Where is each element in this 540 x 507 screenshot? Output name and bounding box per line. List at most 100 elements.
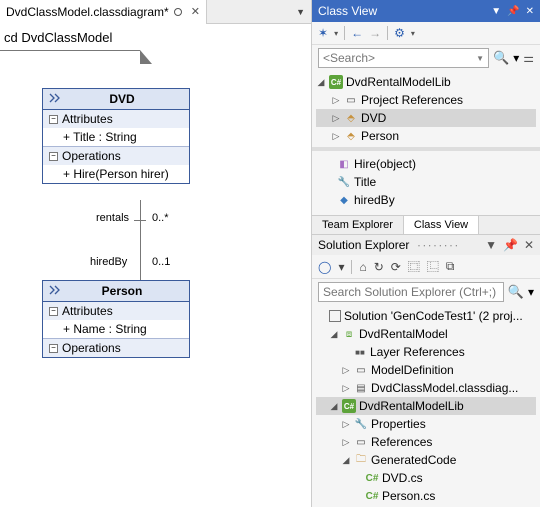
tree-item-properties[interactable]: ▷ 🔧 Properties (316, 415, 536, 433)
expander-closed-icon[interactable]: ▷ (341, 437, 351, 448)
tree-label: DvdRentalModel (359, 327, 448, 341)
tree-item-lib-project[interactable]: ◢ C# DvdRentalModelLib (316, 397, 536, 415)
association-line[interactable] (140, 200, 141, 280)
pin-icon[interactable]: 📌 (503, 238, 518, 252)
window-dropdown-icon[interactable]: ▼ (485, 238, 497, 252)
tree-item-modeling-project[interactable]: ◢ ⧈ DvdRentalModel (316, 325, 536, 343)
tab-class-view[interactable]: Class View (404, 216, 479, 234)
operation-item[interactable]: + Hire(Person hirer) (43, 165, 189, 183)
back-button[interactable]: ← (351, 26, 363, 40)
expander-open-icon[interactable]: ◢ (329, 401, 339, 412)
tree-label: Properties (371, 417, 426, 431)
settings-button[interactable]: ⚙ (394, 26, 405, 40)
close-icon[interactable]: ✕ (191, 5, 200, 18)
classview-toolbar: ✶▾ ← → ⚙▾ (312, 22, 540, 45)
tree-item-project[interactable]: ◢ C# DvdRentalModelLib (316, 73, 536, 91)
collapse-icon[interactable] (49, 93, 61, 106)
tree-item-person[interactable]: ▷ ⬘ Person (316, 127, 536, 145)
solution-explorer-toolbar: ◯ ▾ ⌂ ↻ ⟳ ⿴ ⿺ ⧉ (312, 255, 540, 279)
attribute-item[interactable]: + Name : String (43, 320, 189, 338)
class-person[interactable]: Person − Attributes + Name : String − Op… (42, 280, 190, 358)
tree-item-projectrefs[interactable]: ▷ ▭ Project References (316, 91, 536, 109)
class-header[interactable]: Person (43, 281, 189, 302)
section-toggle[interactable]: − (49, 307, 58, 316)
search-icon[interactable]: 🔍 (508, 284, 524, 300)
show-all-button[interactable]: ⿺ (427, 258, 439, 275)
pin-icon[interactable]: 📌 (507, 6, 519, 17)
back-button[interactable]: ◯ (318, 260, 331, 274)
expander-closed-icon[interactable]: ▷ (331, 131, 341, 142)
tree-item-references[interactable]: ▷ ▭ References (316, 433, 536, 451)
pin-icon[interactable] (173, 7, 183, 17)
refresh-button[interactable]: ⟳ (391, 260, 401, 274)
close-icon[interactable]: ✕ (526, 6, 534, 17)
section-label: Attributes (62, 304, 113, 318)
expander-closed-icon[interactable]: ▷ (331, 113, 341, 124)
tree-item-solution[interactable]: ▷ Solution 'GenCodeTest1' (2 proj... (316, 307, 536, 325)
tree-item-modeldef[interactable]: ▷ ▭ ModelDefinition (316, 361, 536, 379)
expander-open-icon[interactable]: ◢ (341, 455, 351, 466)
modeling-project-icon: ⧈ (342, 327, 356, 341)
expander-closed-icon[interactable]: ▷ (341, 383, 351, 394)
class-icon: ⬘ (344, 111, 358, 125)
solution-search-input[interactable] (318, 282, 504, 302)
close-icon[interactable]: ✕ (524, 238, 534, 252)
document-tab[interactable]: DvdClassModel.classdiagram* ✕ (0, 0, 207, 24)
diagram-canvas[interactable]: cd DvdClassModel DVD − Attributes + Titl… (0, 24, 311, 507)
member-field[interactable]: ◆ hiredBy (316, 191, 536, 209)
tab-team-explorer[interactable]: Team Explorer (312, 216, 404, 234)
expander-closed-icon[interactable]: ▷ (331, 95, 341, 106)
classview-search-input[interactable]: <Search> ▼ (318, 48, 489, 68)
attribute-item[interactable]: + Title : String (43, 128, 189, 146)
class-name-label: Person (61, 284, 183, 298)
back-dropdown[interactable]: ▾ (338, 260, 344, 274)
search-dropdown-icon[interactable]: ▼ (476, 54, 484, 63)
collapse-icon[interactable] (49, 285, 61, 298)
window-dropdown-icon[interactable]: ▼ (491, 6, 501, 17)
solution-explorer-titlebar[interactable]: Solution Explorer ∙∙∙∙∙∙∙∙ ▼ 📌 ✕ (312, 235, 540, 255)
section-toggle[interactable]: − (49, 344, 58, 353)
member-method[interactable]: ◧ Hire(object) (316, 155, 536, 173)
classview-tree[interactable]: ◢ C# DvdRentalModelLib ▷ ▭ Project Refer… (312, 71, 540, 147)
home-button[interactable]: ⌂ (359, 260, 366, 274)
csharp-project-icon: C# (329, 75, 343, 89)
expander-closed-icon[interactable]: ▷ (341, 365, 351, 376)
section-toggle[interactable]: − (49, 115, 58, 124)
expander-open-icon[interactable]: ◢ (316, 77, 326, 88)
filter-icon[interactable]: ⚌ (523, 51, 534, 65)
member-property[interactable]: 🔧 Title (316, 173, 536, 191)
search-icon[interactable]: 🔍 (493, 50, 509, 66)
tree-item-dvd-cs[interactable]: C# DVD.cs (316, 469, 536, 487)
operations-section: − Operations (43, 339, 189, 357)
class-icon: ⬘ (344, 129, 358, 143)
association-tick (134, 220, 146, 221)
tree-item-person-cs[interactable]: C# Person.cs (316, 487, 536, 505)
classview-titlebar[interactable]: Class View ▼ 📌 ✕ (312, 0, 540, 22)
wrench-icon: 🔧 (354, 417, 368, 431)
tree-item-classdiagram[interactable]: ▷ ▤ DvdClassModel.classdiag... (316, 379, 536, 397)
search-mode-dropdown[interactable]: ▾ (513, 51, 519, 65)
expander-closed-icon[interactable]: ▷ (341, 419, 351, 430)
classview-search-row: <Search> ▼ 🔍 ▾ ⚌ (312, 45, 540, 71)
member-label: Title (354, 175, 376, 189)
diagram-frame-label: cd DvdClassModel (4, 30, 112, 45)
field-icon: ◆ (337, 193, 351, 207)
class-dvd[interactable]: DVD − Attributes + Title : String − Oper… (42, 88, 190, 184)
properties-button[interactable]: ⧉ (446, 259, 455, 274)
layer-icon: ■■ (353, 345, 367, 359)
solution-icon (329, 310, 341, 322)
new-folder-button[interactable]: ✶ (318, 26, 328, 40)
expander-open-icon[interactable]: ◢ (329, 329, 339, 340)
tree-item-layer-refs[interactable]: ■■ Layer References (316, 343, 536, 361)
tab-dropdown-icon[interactable]: ▼ (296, 7, 305, 17)
search-dropdown[interactable]: ▾ (528, 285, 534, 299)
sync-button[interactable]: ↻ (374, 260, 384, 274)
tree-item-generatedcode[interactable]: ◢ 🗀 GeneratedCode (316, 451, 536, 469)
solution-tree[interactable]: ▷ Solution 'GenCodeTest1' (2 proj... ◢ ⧈… (312, 305, 540, 507)
section-toggle[interactable]: − (49, 152, 58, 161)
tree-item-dvd[interactable]: ▷ ⬘ DVD (316, 109, 536, 127)
class-header[interactable]: DVD (43, 89, 189, 110)
member-label: Hire(object) (354, 157, 416, 171)
collapse-all-button[interactable]: ⿴ (408, 258, 420, 275)
forward-button[interactable]: → (369, 26, 381, 40)
